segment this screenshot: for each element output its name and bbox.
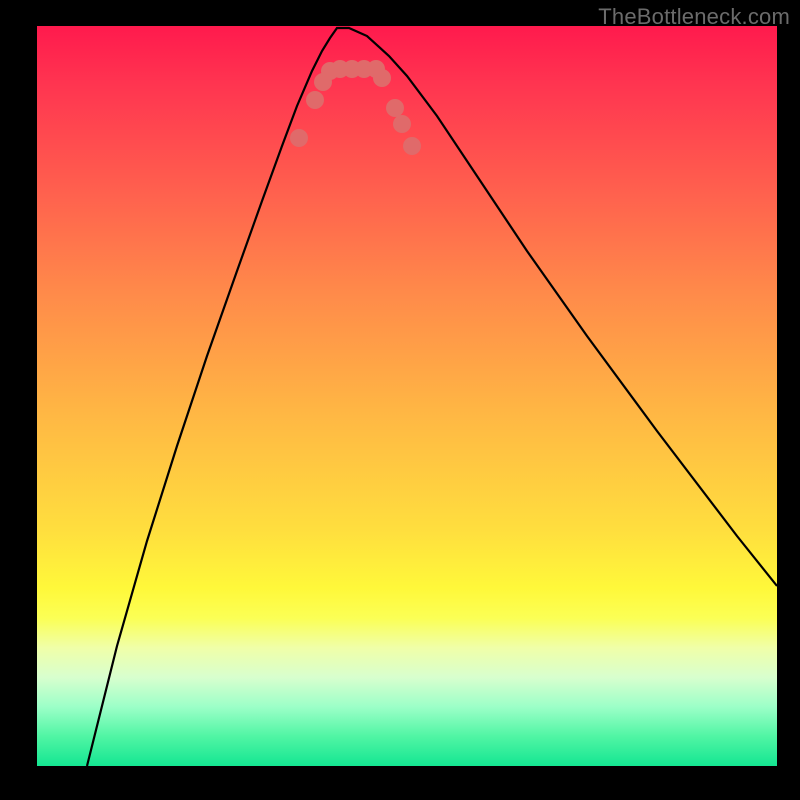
highlight-dot <box>403 137 421 155</box>
highlight-dot <box>393 115 411 133</box>
chart-frame: TheBottleneck.com <box>0 0 800 800</box>
watermark-text: TheBottleneck.com <box>598 4 790 30</box>
bottleneck-curve <box>87 28 777 766</box>
plot-area <box>37 26 777 766</box>
chart-svg <box>37 26 777 766</box>
highlight-dot <box>373 69 391 87</box>
highlight-dot <box>306 91 324 109</box>
highlight-dot <box>386 99 404 117</box>
highlight-dot <box>290 129 308 147</box>
